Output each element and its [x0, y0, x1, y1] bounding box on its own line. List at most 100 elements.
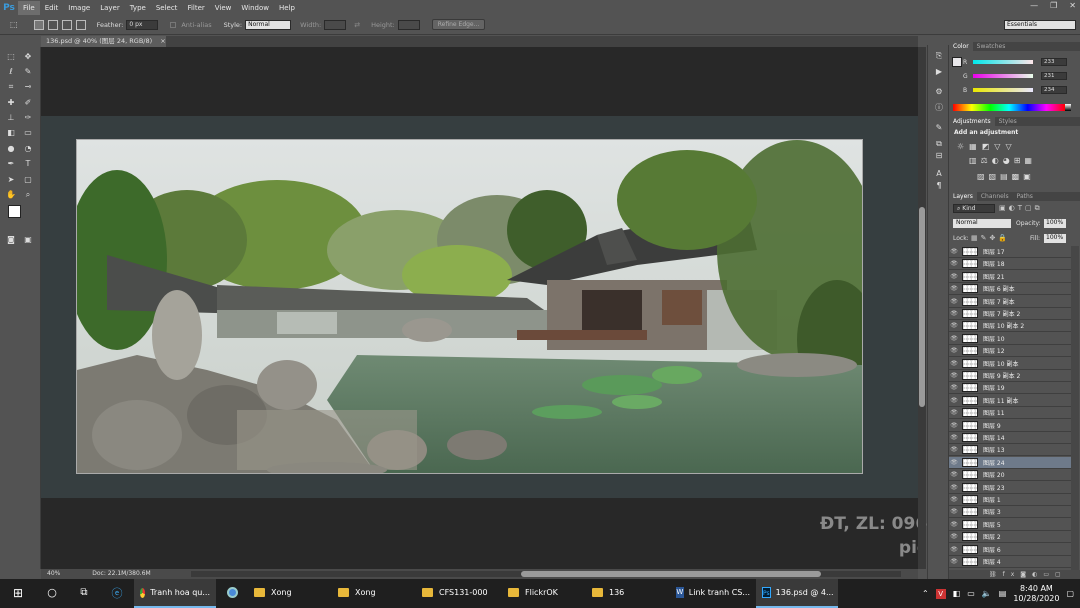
- fill-input[interactable]: 100%: [1044, 234, 1066, 243]
- menu-window[interactable]: Window: [236, 1, 274, 15]
- gradient-icon[interactable]: ▭: [21, 127, 35, 139]
- visibility-eye-icon[interactable]: 👁: [949, 347, 959, 354]
- hand-icon[interactable]: ✋: [4, 189, 18, 201]
- info-icon[interactable]: ⓘ: [933, 103, 945, 113]
- add-selection-icon[interactable]: [47, 19, 58, 30]
- layer-row[interactable]: 👁 图层 12: [949, 345, 1071, 358]
- visibility-eye-icon[interactable]: 👁: [949, 248, 959, 255]
- tab-styles[interactable]: Styles: [995, 117, 1021, 126]
- stamp-icon[interactable]: ⊥: [4, 112, 18, 124]
- visibility-eye-icon[interactable]: 👁: [949, 409, 959, 416]
- menu-edit[interactable]: Edit: [40, 1, 64, 15]
- tray-vivaldi-icon[interactable]: V: [935, 588, 946, 599]
- horizontal-scrollbar-thumb[interactable]: [521, 571, 821, 577]
- layer-row[interactable]: 👁 图层 10: [949, 332, 1071, 345]
- layer-row[interactable]: 👁 图层 19: [949, 382, 1071, 395]
- tray-app-icon[interactable]: ◧: [953, 589, 961, 598]
- screen-mode-icon[interactable]: ▣: [21, 234, 35, 246]
- tab-channels[interactable]: Channels: [977, 192, 1013, 201]
- color-spectrum[interactable]: [953, 104, 1065, 111]
- layer-row[interactable]: 👁 图层 11 副本: [949, 394, 1071, 407]
- foreground-color-swatch[interactable]: [8, 205, 21, 218]
- quick-select-icon[interactable]: ✎: [21, 66, 35, 78]
- swap-icon[interactable]: ⇄: [354, 21, 360, 29]
- properties-icon[interactable]: ⚙: [933, 87, 945, 97]
- layer-row[interactable]: 👁 图层 3: [949, 506, 1071, 519]
- layer-row[interactable]: 👁 图层 17: [949, 246, 1071, 258]
- document-image[interactable]: [76, 139, 863, 474]
- menu-type[interactable]: Type: [125, 1, 151, 15]
- volume-icon[interactable]: 🔈: [982, 589, 992, 598]
- horizontal-scrollbar[interactable]: [191, 571, 901, 577]
- subtract-selection-icon[interactable]: [61, 19, 72, 30]
- layer-row[interactable]: 👁 图层 21: [949, 270, 1071, 283]
- actions-icon[interactable]: ▶: [933, 67, 945, 77]
- language-icon[interactable]: ▤: [999, 589, 1007, 598]
- layer-row[interactable]: 👁 图层 14: [949, 432, 1071, 444]
- adjustment-icons-row-1[interactable]: ☼▦◩▽▽: [957, 142, 1017, 151]
- visibility-eye-icon[interactable]: 👁: [949, 260, 959, 267]
- paragraph-icon[interactable]: ¶: [933, 181, 945, 191]
- visibility-eye-icon[interactable]: 👁: [949, 298, 959, 305]
- minimize-icon[interactable]: —: [1030, 1, 1038, 10]
- tray-chevron-icon[interactable]: ⌃: [922, 589, 929, 598]
- visibility-eye-icon[interactable]: 👁: [949, 310, 959, 317]
- green-value[interactable]: 231: [1041, 72, 1067, 80]
- adjustment-icons-row-3[interactable]: ▨▧▤▩▣: [977, 172, 1035, 181]
- visibility-eye-icon[interactable]: 👁: [949, 459, 959, 466]
- menu-help[interactable]: Help: [274, 1, 300, 15]
- green-slider[interactable]: [973, 74, 1033, 78]
- layer-row[interactable]: 👁 图层 6: [949, 543, 1071, 556]
- opacity-input[interactable]: 100%: [1044, 219, 1066, 228]
- tab-layers[interactable]: Layers: [949, 192, 977, 201]
- visibility-eye-icon[interactable]: 👁: [949, 384, 959, 391]
- layer-row[interactable]: 👁 图层 9 副本 2: [949, 370, 1071, 382]
- layers-scrollbar[interactable]: [1071, 246, 1079, 570]
- zoom-icon[interactable]: ⌕: [21, 189, 35, 201]
- layer-row[interactable]: 👁 图层 4: [949, 556, 1071, 568]
- visibility-eye-icon[interactable]: 👁: [949, 446, 959, 453]
- visibility-eye-icon[interactable]: 👁: [949, 397, 959, 404]
- taskbar-item-folder-xong-1[interactable]: Xong: [248, 579, 332, 608]
- zoom-level[interactable]: 40%: [47, 570, 60, 577]
- crop-icon[interactable]: ⌗: [4, 81, 18, 93]
- layer-filter-select[interactable]: ⌕ Kind: [953, 204, 995, 213]
- adjustment-icons-row-2[interactable]: ▥⚖◐◕⊞▦: [969, 156, 1036, 165]
- layer-row[interactable]: 👁 图层 10 副本: [949, 357, 1071, 370]
- tab-adjustments[interactable]: Adjustments: [949, 117, 995, 126]
- taskbar-item-photoshop[interactable]: Ps 136.psd @ 4...: [756, 579, 838, 608]
- taskbar-item-chrome[interactable]: Tranh hoa qu...: [134, 579, 216, 608]
- character-icon[interactable]: A: [933, 169, 945, 179]
- layer-filter-icons[interactable]: ▣◐T▢⧉: [999, 204, 1043, 213]
- layer-row[interactable]: 👁 图层 2: [949, 531, 1071, 544]
- type-icon[interactable]: T: [21, 158, 35, 170]
- network-icon[interactable]: ▭: [967, 589, 975, 598]
- layer-row[interactable]: 👁 图层 7 副本 2: [949, 308, 1071, 320]
- tab-swatches[interactable]: Swatches: [973, 42, 1010, 51]
- history-brush-icon[interactable]: ✑: [21, 112, 35, 124]
- visibility-eye-icon[interactable]: 👁: [949, 533, 959, 540]
- taskbar-item-folder-136[interactable]: 136: [586, 579, 670, 608]
- marquee-tool-icon[interactable]: ⬚: [10, 20, 18, 29]
- taskbar-item-folder-xong-2[interactable]: Xong: [332, 579, 416, 608]
- red-value[interactable]: 233: [1041, 58, 1067, 66]
- start-windows-icon[interactable]: ⊞: [0, 579, 36, 608]
- new-selection-icon[interactable]: [33, 19, 44, 30]
- antialias-checkbox[interactable]: [170, 21, 177, 28]
- visibility-eye-icon[interactable]: 👁: [949, 434, 959, 441]
- history-icon[interactable]: ⎘: [933, 51, 945, 61]
- shape-icon[interactable]: ▢: [21, 174, 35, 186]
- visibility-eye-icon[interactable]: 👁: [949, 360, 959, 367]
- layer-row[interactable]: 👁 图层 10 副本 2: [949, 320, 1071, 333]
- layer-row[interactable]: 👁 图层 9: [949, 419, 1071, 432]
- brush-presets-icon[interactable]: ✎: [933, 123, 945, 133]
- visibility-eye-icon[interactable]: 👁: [949, 496, 959, 503]
- taskbar-item-folder-flickr[interactable]: FlickrOK: [502, 579, 586, 608]
- path-select-icon[interactable]: ➤: [4, 174, 18, 186]
- menu-layer[interactable]: Layer: [95, 1, 125, 15]
- red-slider[interactable]: [973, 60, 1033, 64]
- vertical-scrollbar[interactable]: [918, 47, 926, 569]
- visibility-eye-icon[interactable]: 👁: [949, 273, 959, 280]
- menu-file[interactable]: File: [18, 0, 40, 15]
- eraser-icon[interactable]: ◧: [4, 127, 18, 139]
